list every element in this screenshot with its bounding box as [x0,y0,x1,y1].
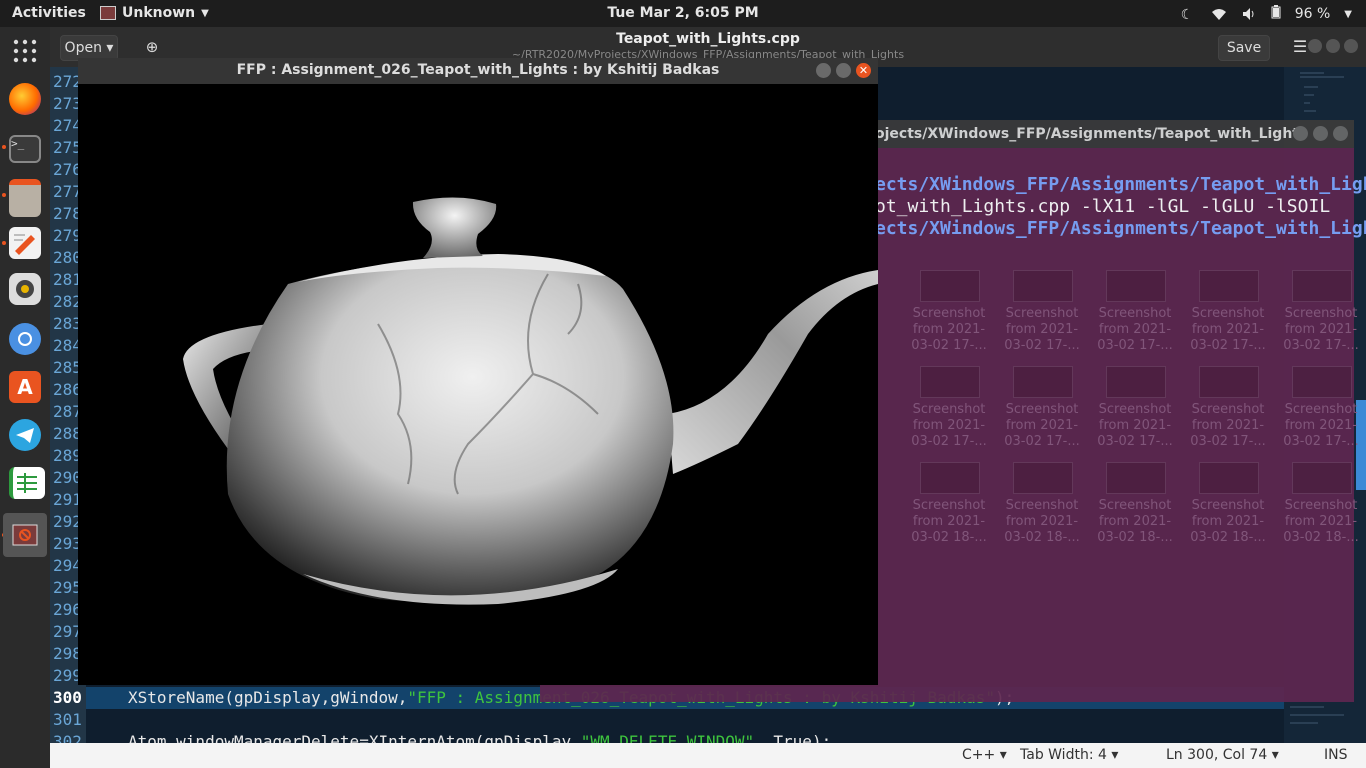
maximize-icon[interactable] [1326,39,1340,53]
running-indicator [2,145,6,149]
text-editor-icon[interactable] [9,227,41,259]
file-label: Screenshot from 2021- 03-02 17-... [1283,402,1359,449]
file-thumbnail [1013,462,1073,494]
top-bar: Activities Unknown ▼ Tue Mar 2, 6:05 PM … [0,0,1366,27]
close-icon[interactable] [1344,39,1358,53]
chevron-down-icon: ▼ [1344,8,1352,20]
file-thumbnail [1106,270,1166,302]
rhythmbox-icon[interactable] [9,273,41,305]
night-mode-icon: ☾ [1180,7,1194,23]
software-center-icon[interactable]: A [9,371,41,403]
unknown-app-icon[interactable] [3,513,47,557]
file-thumbnail [1106,462,1166,494]
file-label: Screenshot from 2021- 03-02 17-... [1190,306,1266,353]
file-thumbnail [1199,366,1259,398]
file-label: Screenshot from 2021- 03-02 17-... [1004,306,1080,353]
file-thumbnail [1199,270,1259,302]
line-number: 301 [53,710,82,729]
file-label: Screenshot from 2021- 03-02 17-... [911,402,987,449]
terminal-prompt-2: ects/XWindows_FFP/Assignments/Teapot_wit… [875,218,1366,239]
file-thumbnail [1199,462,1259,494]
file-thumbnail [1292,462,1352,494]
language-selector[interactable]: C++ ▾ [962,747,1007,763]
file-label: Screenshot from 2021- 03-02 18-... [911,498,987,545]
system-tray[interactable]: ☾ 96 % ▼ [1181,5,1352,23]
minimize-icon[interactable] [1293,126,1308,141]
terminal-prompt-1: ects/XWindows_FFP/Assignments/Teapot_wit… [875,174,1366,195]
clock[interactable]: Tue Mar 2, 6:05 PM [0,5,1366,21]
maximize-icon[interactable] [1313,126,1328,141]
terminal-icon[interactable]: >_ [9,135,41,163]
document-title: Teapot_with_Lights.cpp [616,31,800,47]
file-label: Screenshot from 2021- 03-02 17-... [1097,306,1173,353]
file-thumbnail [920,270,980,302]
line-number: 300 [53,688,82,707]
tab-width-selector[interactable]: Tab Width: 4 ▾ [1020,747,1118,763]
show-apps-icon[interactable] [9,35,41,67]
maximize-icon[interactable] [836,63,851,78]
file-thumbnail [1106,366,1166,398]
terminal-title: ojects/XWindows_FFP/Assignments/Teapot_w… [875,126,1308,142]
files-icon[interactable] [9,179,41,217]
dock: >_ A [0,27,50,768]
teapot-render [183,197,878,605]
file-label: Screenshot from 2021- 03-02 18-... [1283,498,1359,545]
file-label: Screenshot from 2021- 03-02 18-... [1004,498,1080,545]
file-thumbnail [1013,366,1073,398]
file-label: Screenshot from 2021- 03-02 17-... [1283,306,1359,353]
minimize-icon[interactable] [816,63,831,78]
cursor-position[interactable]: Ln 300, Col 74 ▾ [1166,747,1279,763]
firefox-icon[interactable] [9,83,41,115]
running-indicator [2,193,6,197]
chromium-icon[interactable] [9,323,41,355]
file-label: Screenshot from 2021- 03-02 18-... [1190,498,1266,545]
minimize-icon[interactable] [1308,39,1322,53]
running-indicator [2,241,6,245]
file-thumbnail [920,462,980,494]
telegram-icon[interactable] [9,419,41,451]
ffp-render-window[interactable]: FFP : Assignment_026_Teapot_with_Lights … [78,58,878,685]
battery-icon [1271,5,1281,23]
file-label: Screenshot from 2021- 03-02 17-... [911,306,987,353]
file-thumbnail [1292,366,1352,398]
ffp-window-title: FFP : Assignment_026_Teapot_with_Lights … [236,62,720,78]
file-label: Screenshot from 2021- 03-02 17-... [1097,402,1173,449]
file-thumbnail [1013,270,1073,302]
terminal-command: ot_with_Lights.cpp -lX11 -lGL -lGLU -lSO… [875,196,1331,217]
volume-icon [1241,7,1257,21]
spreadsheet-icon[interactable] [9,467,45,499]
battery-percent: 96 % [1294,6,1331,22]
status-bar: C++ ▾ Tab Width: 4 ▾ Ln 300, Col 74 ▾ IN… [50,743,1366,768]
file-label: Screenshot from 2021- 03-02 18-... [1097,498,1173,545]
insert-mode[interactable]: INS [1324,747,1348,763]
file-label: Screenshot from 2021- 03-02 17-... [1004,402,1080,449]
file-thumbnail [1292,270,1352,302]
file-label: Screenshot from 2021- 03-02 17-... [1190,402,1266,449]
save-button[interactable]: Save [1218,35,1270,61]
close-icon[interactable]: ✕ [856,63,871,78]
close-icon[interactable] [1333,126,1348,141]
ffp-titlebar: FFP : Assignment_026_Teapot_with_Lights … [78,58,878,84]
file-thumbnail [920,366,980,398]
wifi-icon [1211,7,1227,21]
